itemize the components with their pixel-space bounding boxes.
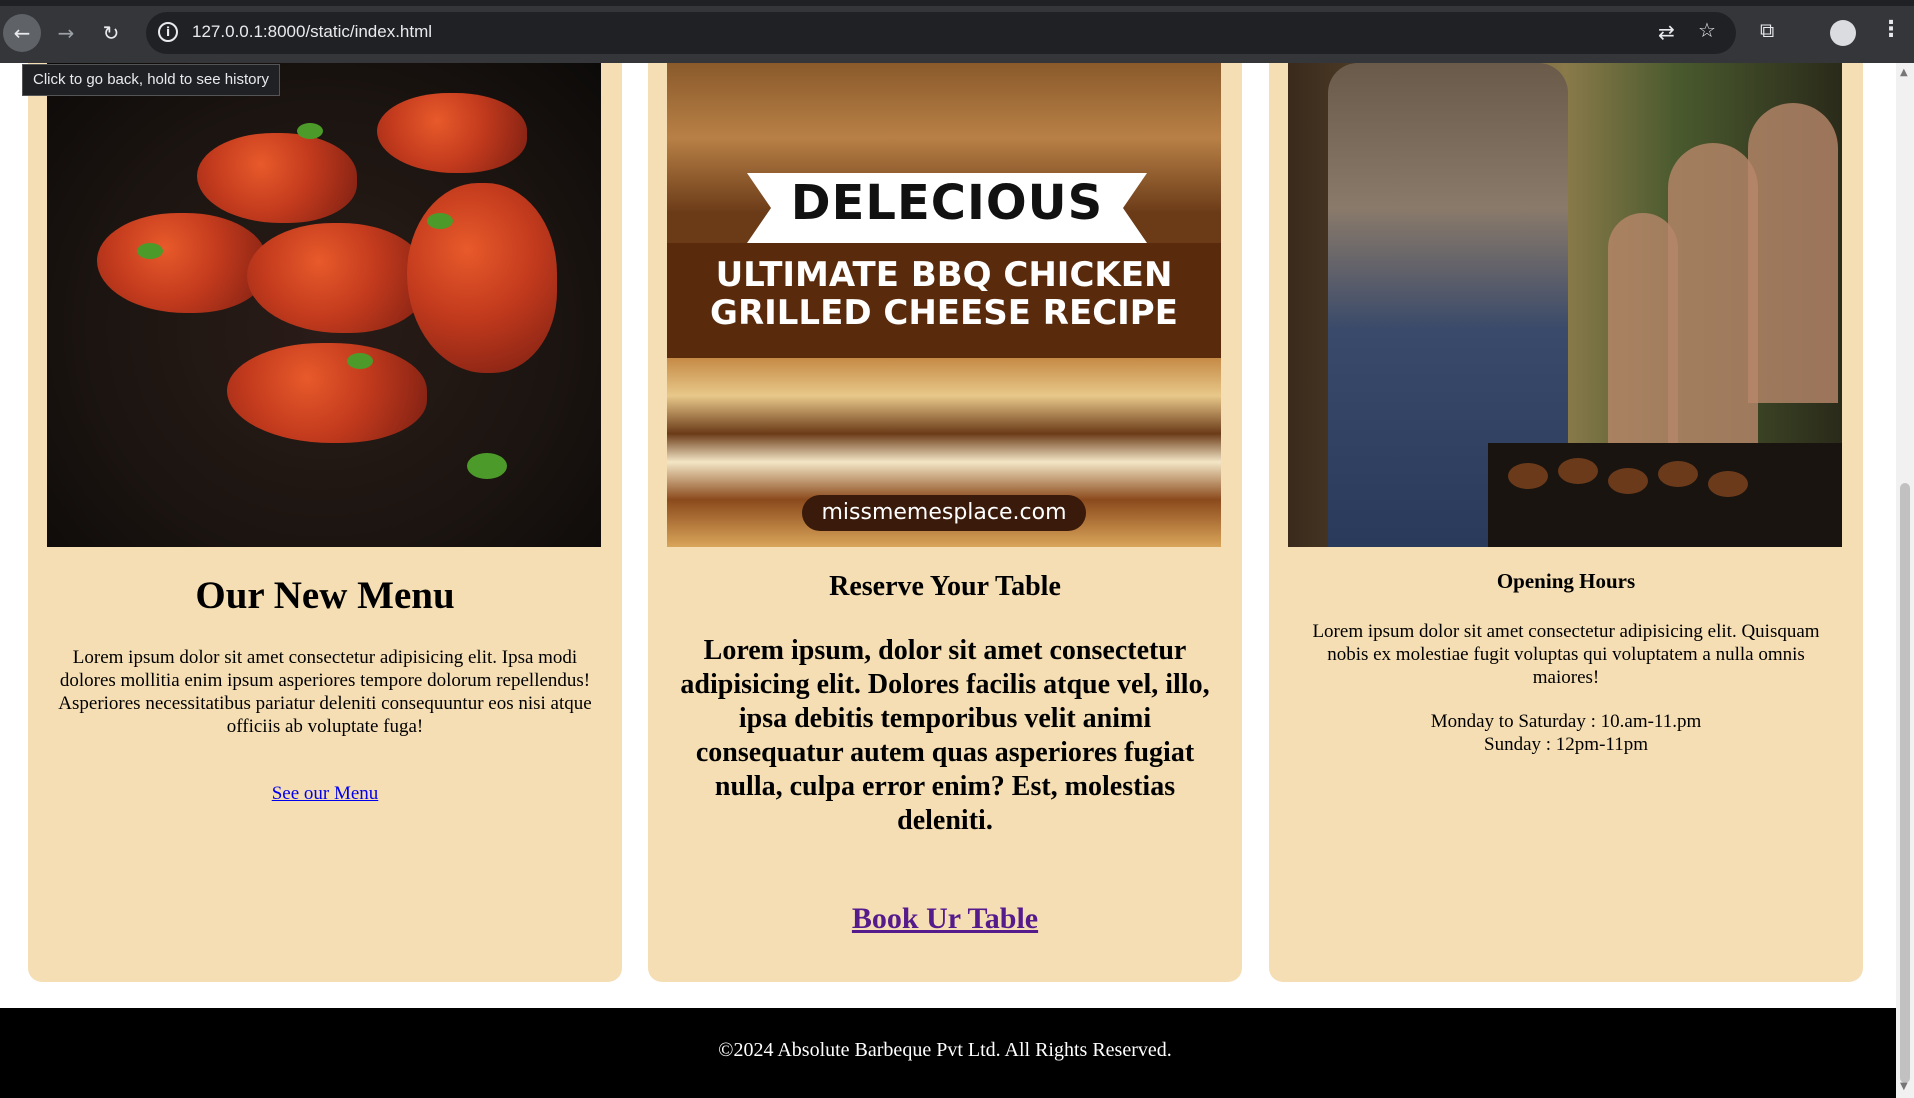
hours-description: Lorem ipsum dolor sit amet consectetur a… [1312, 621, 1820, 688]
bbq-sandwich-image: DELECIOUS ULTIMATE BBQ CHICKEN GRILLED C… [667, 63, 1221, 547]
url-text[interactable]: 127.0.0.1:8000/static/index.html [192, 22, 432, 42]
back-button-tooltip: Click to go back, hold to see history [22, 64, 280, 96]
page-scrollbar[interactable]: ▲ ▼ [1896, 63, 1914, 1098]
reserve-title: Reserve Your Table [829, 571, 1061, 602]
reload-icon[interactable]: ↻ [92, 14, 130, 52]
hours-card: Opening Hours Lorem ipsum dolor sit amet… [1269, 20, 1863, 982]
tandoori-chicken-image [47, 63, 601, 547]
back-arrow-icon[interactable]: ← [3, 14, 41, 52]
forward-arrow-icon[interactable]: → [47, 14, 85, 52]
weekday-hours: Monday to Saturday : 10.am-11.pm [1430, 711, 1702, 732]
site-info-icon[interactable]: i [158, 22, 178, 42]
image-banner-text: DELECIOUS [790, 175, 1104, 231]
book-table-link[interactable]: Book Ur Table [648, 902, 1242, 936]
reserve-description: Lorem ipsum, dolor sit amet consectetur … [680, 635, 1210, 836]
image-headline-2: GRILLED CHEESE RECIPE [710, 293, 1178, 333]
menu-title: Our New Menu [195, 574, 455, 617]
menu-card: Our New Menu Lorem ipsum dolor sit amet … [28, 20, 622, 982]
scroll-down-arrow-icon[interactable]: ▼ [1900, 1081, 1908, 1092]
hours-list: Monday to Saturday : 10.am-11.pm Sunday … [1269, 710, 1863, 756]
menu-description: Lorem ipsum dolor sit amet consectetur a… [58, 647, 592, 737]
address-bar[interactable]: i 127.0.0.1:8000/static/index.html ⇄ ☆ [146, 12, 1736, 54]
image-headline-1: ULTIMATE BBQ CHICKEN [715, 255, 1173, 295]
hours-title: Opening Hours [1496, 569, 1636, 593]
menu-kebab-icon[interactable]: ⋮ [1880, 17, 1902, 42]
reserve-card: DELECIOUS ULTIMATE BBQ CHICKEN GRILLED C… [648, 20, 1242, 982]
see-menu-link[interactable]: See our Menu [28, 783, 622, 805]
translate-icon[interactable]: ⇄ [1658, 20, 1675, 44]
browser-toolbar: ← → ↻ i 127.0.0.1:8000/static/index.html… [0, 0, 1914, 63]
scroll-up-arrow-icon[interactable]: ▲ [1900, 67, 1908, 78]
profile-avatar-icon[interactable] [1830, 20, 1856, 46]
copyright-text: ©2024 Absolute Barbeque Pvt Ltd. All Rig… [718, 1039, 1172, 1061]
grilling-party-image [1288, 63, 1842, 547]
bookmark-star-icon[interactable]: ☆ [1698, 18, 1716, 42]
footer: ©2024 Absolute Barbeque Pvt Ltd. All Rig… [0, 1008, 1896, 1098]
screenshot-icon[interactable]: ⧉ [1760, 18, 1774, 42]
image-site-text: missmemesplace.com [802, 495, 1086, 531]
scrollbar-thumb[interactable] [1900, 483, 1910, 1083]
sunday-hours: Sunday : 12pm-11pm [1484, 734, 1648, 755]
